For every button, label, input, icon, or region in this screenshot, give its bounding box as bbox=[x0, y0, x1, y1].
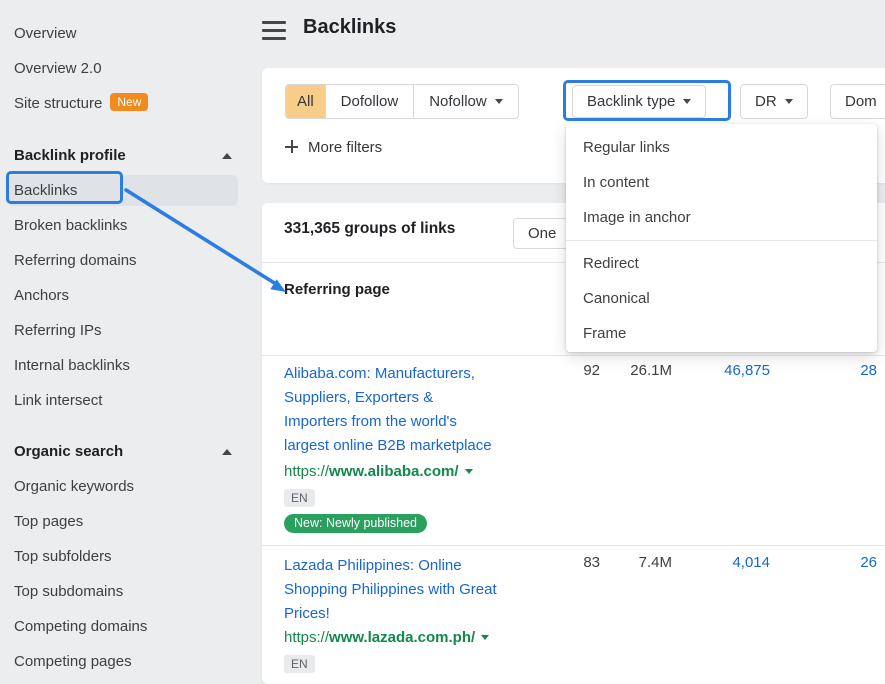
chevron-down-icon bbox=[683, 99, 691, 104]
filter-nofollow-label: Nofollow bbox=[429, 93, 487, 110]
menu-divider bbox=[566, 240, 877, 241]
url-scheme: https:// bbox=[284, 463, 329, 480]
sidebar-item-link-intersect[interactable]: Link intersect bbox=[0, 383, 248, 418]
sidebar-item-organic-keywords[interactable]: Organic keywords bbox=[0, 469, 248, 504]
page-title: Backlinks bbox=[303, 16, 396, 39]
sidebar-item-competing-domains[interactable]: Competing domains bbox=[0, 609, 248, 644]
referring-page-url-link[interactable]: https://www.lazada.com.ph/ bbox=[284, 629, 489, 646]
sidebar-item-anchors[interactable]: Anchors bbox=[0, 278, 248, 313]
menu-item-canonical[interactable]: Canonical bbox=[566, 281, 877, 316]
backlink-type-dropdown-menu: Regular links In content Image in anchor… bbox=[566, 124, 877, 352]
language-badge: EN bbox=[284, 655, 315, 673]
chevron-down-icon bbox=[785, 99, 793, 104]
metric-link[interactable]: 26 bbox=[797, 554, 877, 571]
url-scheme: https:// bbox=[284, 629, 329, 646]
menu-item-redirect[interactable]: Redirect bbox=[566, 246, 877, 281]
domain-filter-button[interactable]: Dom bbox=[830, 84, 885, 119]
sidebar-item-broken-backlinks[interactable]: Broken backlinks bbox=[0, 208, 248, 243]
metric-link[interactable]: 4,014 bbox=[690, 554, 770, 571]
referring-page-title-link[interactable]: Lazada Philippines: Online Shopping Phil… bbox=[284, 554, 574, 626]
sidebar-item-top-subfolders[interactable]: Top subfolders bbox=[0, 539, 248, 574]
chevron-down-icon[interactable] bbox=[481, 635, 489, 640]
divider bbox=[262, 355, 885, 356]
metric-value: 83 bbox=[540, 554, 600, 571]
more-filters-button[interactable]: More filters bbox=[285, 130, 382, 165]
sidebar-section-backlink-profile[interactable]: Backlink profile bbox=[0, 138, 248, 173]
backlink-type-label: Backlink type bbox=[587, 93, 675, 110]
language-badge: EN bbox=[284, 489, 315, 507]
follow-filter-segmented-control: All Dofollow Nofollow bbox=[285, 84, 519, 119]
dr-label: DR bbox=[755, 93, 777, 110]
sidebar-item-backlinks[interactable]: Backlinks bbox=[8, 175, 238, 206]
metric-link[interactable]: 46,875 bbox=[690, 362, 770, 379]
filter-all-button[interactable]: All bbox=[286, 85, 326, 118]
sidebar-item-referring-domains[interactable]: Referring domains bbox=[0, 243, 248, 278]
metric-link[interactable]: 28 bbox=[797, 362, 877, 379]
title-line: Suppliers, Exporters & bbox=[284, 386, 574, 410]
menu-item-image-in-anchor[interactable]: Image in anchor bbox=[566, 200, 877, 235]
metric-value: 26.1M bbox=[612, 362, 672, 379]
chevron-down-icon[interactable] bbox=[465, 469, 473, 474]
sidebar-item-referring-ips[interactable]: Referring IPs bbox=[0, 313, 248, 348]
menu-hamburger-icon[interactable] bbox=[262, 21, 286, 40]
sidebar-item-internal-backlinks[interactable]: Internal backlinks bbox=[0, 348, 248, 383]
menu-item-frame[interactable]: Frame bbox=[566, 316, 877, 351]
plus-icon bbox=[285, 140, 298, 153]
sidebar: Overview Overview 2.0 Site structureNew … bbox=[0, 0, 248, 684]
sidebar-section-organic-search[interactable]: Organic search bbox=[0, 434, 248, 469]
menu-item-regular-links[interactable]: Regular links bbox=[566, 130, 877, 165]
filter-dofollow-button[interactable]: Dofollow bbox=[326, 85, 415, 118]
filter-nofollow-button[interactable]: Nofollow bbox=[414, 85, 518, 118]
menu-item-in-content[interactable]: In content bbox=[566, 165, 877, 200]
chevron-down-icon bbox=[495, 99, 503, 104]
sidebar-spacer bbox=[0, 418, 248, 434]
collapse-caret-icon bbox=[222, 449, 232, 455]
referring-page-title-link[interactable]: Alibaba.com: Manufacturers, Suppliers, E… bbox=[284, 362, 574, 458]
metric-value: 7.4M bbox=[612, 554, 672, 571]
sidebar-item-top-subdomains[interactable]: Top subdomains bbox=[0, 574, 248, 609]
domain-filter-label: Dom bbox=[845, 93, 877, 110]
new-feature-badge: New bbox=[110, 93, 148, 111]
title-line: largest online B2B marketplace bbox=[284, 434, 574, 458]
section-title: Organic search bbox=[14, 443, 123, 460]
sidebar-item-site-structure[interactable]: Site structure New bbox=[0, 86, 248, 121]
title-line: Shopping Philippines with Great bbox=[284, 578, 574, 602]
sidebar-spacer bbox=[0, 121, 248, 138]
dr-filter-button[interactable]: DR bbox=[740, 84, 808, 119]
newly-published-badge: New: Newly published bbox=[284, 514, 427, 533]
title-line: Prices! bbox=[284, 602, 574, 626]
url-domain: www.alibaba.com/ bbox=[329, 463, 458, 480]
app-screen: Overview Overview 2.0 Site structureNew … bbox=[0, 0, 885, 684]
collapse-caret-icon bbox=[222, 153, 232, 159]
url-domain: www.lazada.com.ph/ bbox=[329, 629, 475, 646]
section-title: Backlink profile bbox=[14, 147, 126, 164]
backlink-type-filter-button[interactable]: Backlink type bbox=[572, 85, 706, 118]
sidebar-item-overview[interactable]: Overview bbox=[0, 16, 248, 51]
sidebar-item-top-pages[interactable]: Top pages bbox=[0, 504, 248, 539]
sidebar-item-competing-pages[interactable]: Competing pages bbox=[0, 644, 248, 679]
divider bbox=[262, 545, 885, 546]
metric-value: 92 bbox=[540, 362, 600, 379]
sidebar-item-overview-2[interactable]: Overview 2.0 bbox=[0, 51, 248, 86]
group-mode-label: One bbox=[528, 225, 556, 242]
title-line: Alibaba.com: Manufacturers, bbox=[284, 362, 574, 386]
title-line: Importers from the world's bbox=[284, 410, 574, 434]
results-count: 331,365 groups of links bbox=[284, 220, 455, 238]
more-filters-label: More filters bbox=[308, 139, 382, 156]
column-header-referring-page[interactable]: Referring page bbox=[284, 281, 390, 298]
sidebar-item-label: Site structure bbox=[14, 95, 102, 112]
title-line: Lazada Philippines: Online bbox=[284, 554, 574, 578]
referring-page-url-link[interactable]: https://www.alibaba.com/ bbox=[284, 463, 473, 480]
